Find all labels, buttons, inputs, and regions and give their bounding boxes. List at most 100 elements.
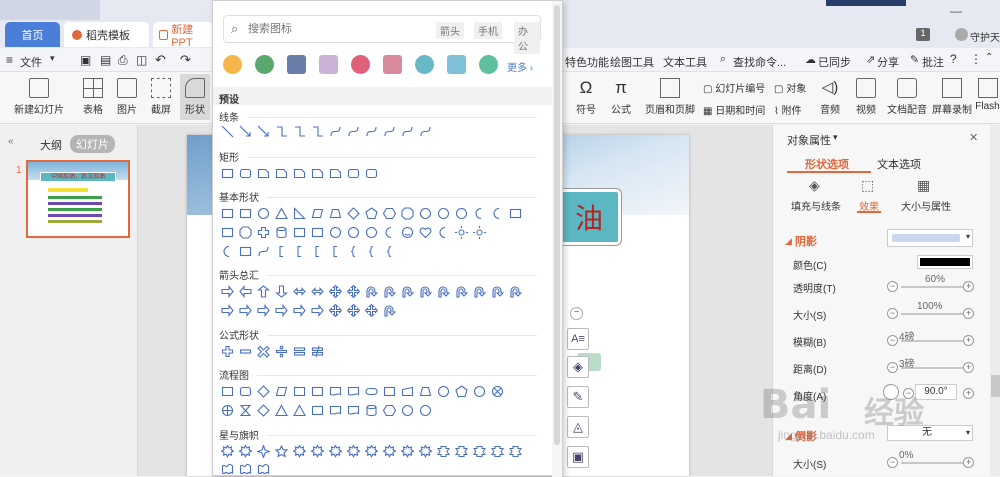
scrollbar-thumb[interactable] bbox=[554, 5, 560, 445]
shape-circle-icon[interactable] bbox=[419, 404, 432, 417]
shape-rect-icon[interactable] bbox=[293, 385, 306, 398]
chevron-down-icon[interactable]: ▾ bbox=[833, 132, 838, 143]
export-pdf-icon[interactable]: ▤ bbox=[100, 53, 111, 67]
shape-burst-icon[interactable] bbox=[383, 445, 396, 458]
shape-curve-icon[interactable] bbox=[401, 125, 414, 138]
plus-button[interactable]: + bbox=[963, 335, 974, 346]
menu-text-tools[interactable]: 文本工具 bbox=[663, 54, 707, 70]
shape-quad-icon[interactable] bbox=[329, 304, 342, 317]
shape-ar-icon[interactable] bbox=[275, 304, 288, 317]
shape-doc-icon[interactable] bbox=[347, 385, 360, 398]
shape-tri-icon[interactable] bbox=[275, 404, 288, 417]
shape-rect-icon[interactable] bbox=[383, 385, 396, 398]
flash-button[interactable]: Flash bbox=[975, 78, 1000, 112]
datetime-button[interactable]: ▦ 日期和时间 bbox=[703, 102, 765, 117]
tab-home[interactable]: 首页 bbox=[5, 22, 60, 47]
user-avatar[interactable] bbox=[955, 28, 968, 41]
reflection-size-slider[interactable] bbox=[901, 462, 963, 464]
shape-rect-icon[interactable] bbox=[221, 167, 234, 180]
shape-tri-icon[interactable] bbox=[293, 404, 306, 417]
shape-circle-icon[interactable] bbox=[365, 226, 378, 239]
shape-burst-icon[interactable] bbox=[311, 445, 324, 458]
text-layout-tool[interactable]: A≡ bbox=[567, 328, 589, 350]
formula-button[interactable]: π 公式 bbox=[605, 78, 637, 116]
plus-button[interactable]: + bbox=[963, 388, 974, 399]
reflection-size-value[interactable]: 0% bbox=[899, 450, 913, 461]
more-icons-link[interactable]: 更多 › bbox=[507, 59, 533, 74]
shape-circle-icon[interactable] bbox=[437, 385, 450, 398]
shape-curve-icon[interactable] bbox=[329, 125, 342, 138]
shape-rect-icon[interactable] bbox=[509, 207, 522, 220]
shape-para-icon[interactable] bbox=[275, 385, 288, 398]
shape-oct-icon[interactable] bbox=[239, 226, 252, 239]
minus-button[interactable]: − bbox=[887, 335, 898, 346]
shape-trap-icon[interactable] bbox=[419, 385, 432, 398]
new-slide-button[interactable]: 新建幻灯片 bbox=[10, 78, 68, 116]
shape-curve-icon[interactable] bbox=[365, 125, 378, 138]
tab-new-ppt[interactable]: 新建 PPT bbox=[153, 22, 213, 49]
shape-orj-icon[interactable] bbox=[221, 404, 234, 417]
shape-rect-icon[interactable] bbox=[293, 226, 306, 239]
close-icon[interactable]: ✕ bbox=[969, 131, 978, 144]
fill-line-icon[interactable]: ◈ bbox=[809, 177, 820, 194]
preview-icon[interactable]: ◫ bbox=[136, 53, 147, 67]
audio-button[interactable]: ◁) 音频 bbox=[815, 78, 845, 116]
shape-burst-icon[interactable] bbox=[401, 445, 414, 458]
shape-para-icon[interactable] bbox=[311, 207, 324, 220]
screen-record-button[interactable]: 屏幕录制 bbox=[930, 78, 974, 116]
shape-rect-icon[interactable] bbox=[311, 226, 324, 239]
shape-doc-icon[interactable] bbox=[329, 404, 342, 417]
tab-shape-options[interactable]: 形状选项 bbox=[805, 156, 849, 172]
annotate-button[interactable]: 批注 bbox=[922, 54, 944, 70]
shape-bracket-icon[interactable] bbox=[293, 245, 306, 258]
shape-moon-icon[interactable] bbox=[383, 226, 396, 239]
attachment-button[interactable]: ⌇ 附件 bbox=[774, 102, 802, 117]
distance-value[interactable]: 3磅 bbox=[899, 355, 915, 370]
shape-pent-icon[interactable] bbox=[365, 207, 378, 220]
people-icon[interactable] bbox=[415, 55, 434, 74]
shape-bracket-icon[interactable] bbox=[311, 245, 324, 258]
size-value[interactable]: 100% bbox=[917, 301, 943, 312]
shape-burst-icon[interactable] bbox=[293, 445, 306, 458]
shape-burst-icon[interactable] bbox=[419, 445, 432, 458]
shape-sumj-icon[interactable] bbox=[491, 385, 504, 398]
shape-wave-icon[interactable] bbox=[239, 463, 252, 476]
slide-thumbnail[interactable]: 中国加油，武汉加油 bbox=[26, 160, 130, 238]
shape-curve-icon[interactable] bbox=[383, 125, 396, 138]
doctor-icon[interactable] bbox=[255, 55, 274, 74]
shape-wave-icon[interactable] bbox=[221, 463, 234, 476]
shape-burst-icon[interactable] bbox=[365, 445, 378, 458]
frame-tool[interactable]: ▣ bbox=[567, 446, 589, 468]
plus-button[interactable]: + bbox=[963, 362, 974, 373]
shape-uturn-icon[interactable] bbox=[383, 285, 396, 298]
shape-pent-icon[interactable] bbox=[455, 385, 468, 398]
shape-al-icon[interactable] bbox=[239, 285, 252, 298]
minus-button[interactable]: − bbox=[887, 457, 898, 468]
shape-moon-icon[interactable] bbox=[437, 226, 450, 239]
shape-line-icon[interactable] bbox=[221, 125, 234, 138]
shape-diamond-icon[interactable] bbox=[347, 207, 360, 220]
shape-rrect-icon[interactable] bbox=[239, 167, 252, 180]
shape-circle-icon[interactable] bbox=[401, 404, 414, 417]
shape-au-icon[interactable] bbox=[257, 285, 270, 298]
shape-curve-icon[interactable] bbox=[257, 245, 270, 258]
shape-ar-icon[interactable] bbox=[221, 285, 234, 298]
print-icon[interactable]: ⎙ bbox=[118, 53, 128, 68]
shape-hex-icon[interactable] bbox=[383, 404, 396, 417]
undo-icon[interactable]: ↶ bbox=[155, 52, 166, 68]
share-button[interactable]: 分享 bbox=[877, 54, 899, 70]
shape-minus-icon[interactable] bbox=[239, 345, 252, 358]
shape-star4-icon[interactable] bbox=[257, 445, 270, 458]
hamburger-icon[interactable]: ≡ bbox=[6, 53, 13, 67]
shape-elbow-icon[interactable] bbox=[311, 125, 324, 138]
shape-arrowline-icon[interactable] bbox=[239, 125, 252, 138]
shape-ribbon-icon[interactable] bbox=[509, 445, 522, 458]
shape-doc-icon[interactable] bbox=[329, 385, 342, 398]
shape-ribbon-icon[interactable] bbox=[455, 445, 468, 458]
shape-neq-icon[interactable] bbox=[311, 345, 324, 358]
shape-snip-icon[interactable] bbox=[275, 167, 288, 180]
shape-circle-icon[interactable] bbox=[455, 207, 468, 220]
tab-template[interactable]: 稻壳模板 bbox=[64, 22, 149, 47]
shape-curve-icon[interactable] bbox=[419, 125, 432, 138]
voiceover-button[interactable]: 文档配音 bbox=[886, 78, 928, 116]
